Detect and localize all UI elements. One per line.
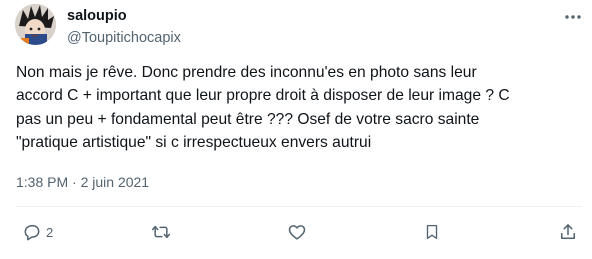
author-display-name[interactable]: saloupio: [67, 7, 181, 25]
tweet-text-line: "pratique artistique" si c irrespectueux…: [16, 134, 372, 152]
reply-button[interactable]: 2: [22, 220, 53, 244]
author-handle[interactable]: @Toupitichocapix: [67, 29, 181, 47]
tweet-timestamp[interactable]: 1:38 PM · 2 juin 2021: [16, 173, 149, 191]
more-options-icon[interactable]: [563, 10, 583, 22]
like-button[interactable]: [287, 220, 307, 244]
bookmark-icon: [426, 224, 438, 240]
retweet-button[interactable]: [150, 220, 172, 244]
bookmark-button[interactable]: [423, 220, 441, 244]
heart-icon: [288, 225, 306, 240]
tweet-text-line: Non mais je rêve. Donc prendre des incon…: [16, 64, 477, 81]
tweet-text: Non mais je rêve. Donc prendre des incon…: [16, 61, 582, 155]
avatar[interactable]: [15, 4, 56, 45]
share-button[interactable]: [558, 220, 578, 244]
author-info: saloupio @Toupitichocapix: [67, 7, 181, 47]
tweet-text-line: accord C + important que leur propre dro…: [16, 87, 510, 105]
reply-count: 2: [46, 224, 54, 240]
share-icon: [561, 224, 575, 239]
divider: [16, 206, 582, 207]
retweet-icon: [151, 225, 171, 239]
reply-icon: [24, 225, 40, 241]
tweet-card: saloupio @Toupitichocapix Non mais je rê…: [0, 0, 592, 259]
action-bar: 2: [0, 218, 592, 246]
tweet-text-line: pas un peu + fondamental peut être ??? O…: [16, 110, 480, 128]
